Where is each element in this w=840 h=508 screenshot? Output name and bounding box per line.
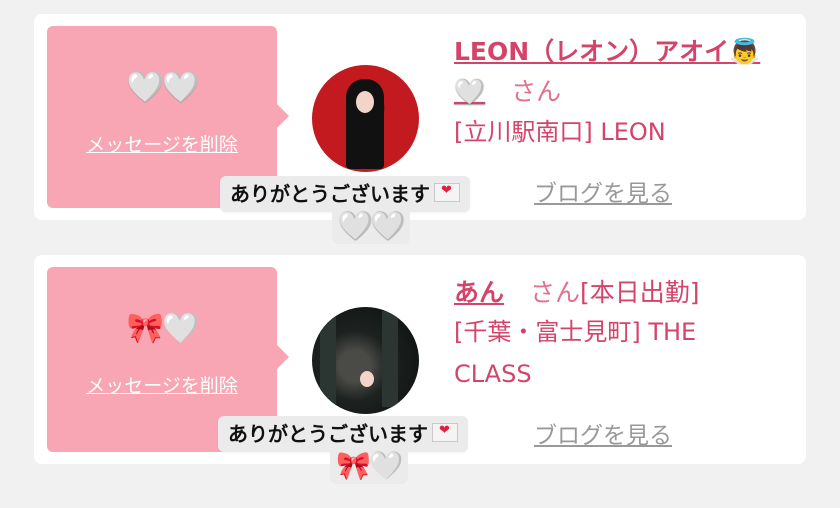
thanks-toast: ありがとうございます xyxy=(220,173,470,212)
delete-message-link[interactable]: メッセージを削除 xyxy=(47,130,277,157)
thanks-toast: ありがとうございます xyxy=(218,413,468,452)
sender-name-row: LEON（レオン）アオイ👼 xyxy=(454,32,760,68)
shop-location: [立川駅南口] LEON xyxy=(454,118,666,146)
heart-stamp-icon: 🤍🤍 xyxy=(126,70,200,105)
sender-name-link[interactable]: あん xyxy=(454,278,504,307)
honorific: さん xyxy=(511,77,562,106)
delete-message-link[interactable]: メッセージを削除 xyxy=(47,371,277,398)
avatar-face xyxy=(356,91,374,113)
avatar-face xyxy=(360,371,374,387)
reaction-badge: 🤍🤍 xyxy=(332,208,410,244)
envelope-heart-icon xyxy=(434,173,460,209)
honorific: さん xyxy=(529,278,580,307)
sender-name-row: あん さん[本日出勤] xyxy=(454,273,700,309)
avatar-building xyxy=(320,317,336,407)
envelope-heart-icon xyxy=(432,413,458,449)
toast-text: ありがとうございます xyxy=(230,182,430,206)
avatar[interactable] xyxy=(312,65,419,172)
avatar[interactable] xyxy=(312,307,419,414)
view-blog-link[interactable]: ブログを見る xyxy=(534,174,672,208)
toast-text: ありがとうございます xyxy=(228,422,428,446)
sender-name-link[interactable]: LEON（レオン）アオイ👼 xyxy=(454,37,760,66)
ribbon-heart-stamp-icon: 🎀🤍 xyxy=(126,311,200,346)
reaction-badge: 🎀🤍 xyxy=(330,448,408,484)
sender-name-continued: 🤍 さん xyxy=(454,72,561,108)
attendance-status: [本日出勤] xyxy=(579,278,700,307)
shop-location: [千葉・富士見町] THE CLASS xyxy=(454,318,697,388)
view-blog-link[interactable]: ブログを見る xyxy=(534,416,672,450)
avatar-building xyxy=(382,311,398,407)
heart-icon[interactable]: 🤍 xyxy=(454,77,485,106)
